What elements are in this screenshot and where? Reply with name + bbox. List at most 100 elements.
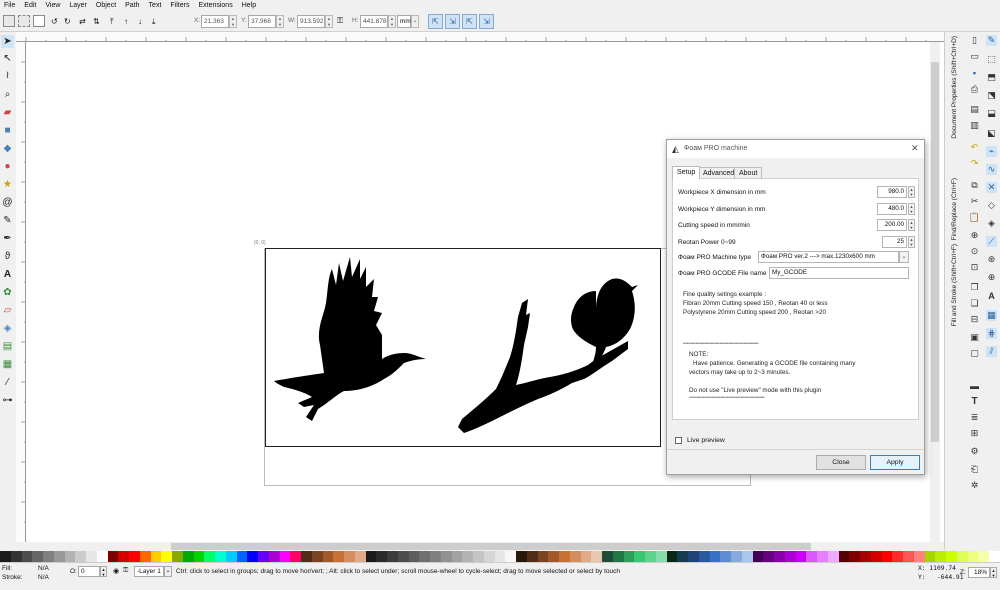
palette-swatch[interactable] — [333, 551, 344, 562]
rotate-cw-icon[interactable]: ↻ — [64, 17, 71, 26]
palette-swatch[interactable] — [838, 551, 850, 562]
palette-swatch[interactable] — [580, 551, 592, 562]
color-palette[interactable] — [0, 551, 1000, 562]
calligraphy-tool-icon[interactable]: ϑ — [1, 250, 14, 263]
w-spinner[interactable]: ▲ ▼ — [325, 15, 333, 28]
close-button[interactable]: Close — [816, 455, 866, 470]
selector-tool-icon[interactable]: ➤ — [1, 35, 14, 48]
palette-swatch[interactable] — [387, 551, 398, 562]
ungroup-icon[interactable]: ▢ — [969, 348, 980, 359]
palette-swatch[interactable] — [709, 551, 721, 562]
duplicate-icon[interactable]: ❐ — [969, 282, 980, 293]
palette-swatch[interactable] — [870, 551, 882, 562]
raise-icon[interactable]: ↑ — [124, 17, 128, 26]
spiral-tool-icon[interactable]: @ — [1, 196, 14, 209]
palette-swatch[interactable] — [0, 551, 11, 562]
scale-corners-icon[interactable]: ⇲ — [445, 14, 460, 29]
workpiece-y-input[interactable]: 480.0 — [877, 203, 907, 215]
flip-vertical-icon[interactable]: ⇅ — [93, 17, 100, 26]
palette-swatch[interactable] — [473, 551, 484, 562]
text-font-icon[interactable]: T — [969, 396, 980, 407]
palette-swatch[interactable] — [892, 551, 903, 562]
palette-swatch[interactable] — [612, 551, 624, 562]
open-document-icon[interactable]: ▭ — [969, 51, 980, 62]
scale-stroke-icon[interactable]: ⇱ — [428, 14, 443, 29]
document-properties-icon[interactable]: ⎗ — [969, 464, 980, 475]
w-field[interactable]: 913.592 — [297, 15, 325, 28]
palette-swatch[interactable] — [849, 551, 860, 562]
apply-button[interactable]: Apply — [870, 455, 920, 470]
snap-bbox-edges-icon[interactable]: ⬒ — [986, 72, 997, 83]
crow-silhouette[interactable] — [274, 257, 426, 421]
cutting-speed-input[interactable]: 200.00 — [877, 219, 907, 231]
palette-swatch[interactable] — [602, 551, 613, 562]
menu-help[interactable]: Help — [238, 0, 261, 12]
palette-swatch[interactable] — [419, 551, 430, 562]
horizontal-ruler[interactable] — [16, 32, 944, 42]
machine-type-dropdown-icon[interactable]: ⌄ — [899, 251, 909, 263]
measure-tool-icon[interactable]: ▰ — [1, 106, 14, 119]
snap-rotation-center-icon[interactable]: ⊕ — [986, 272, 997, 283]
palette-swatch[interactable] — [591, 551, 602, 562]
reotan-power-input[interactable]: 25 — [882, 236, 907, 248]
palette-swatch[interactable] — [236, 551, 248, 562]
palette-swatch[interactable] — [645, 551, 656, 562]
snap-bbox-centers-icon[interactable]: ⬕ — [986, 128, 997, 139]
palette-swatch[interactable] — [32, 551, 43, 562]
palette-swatch[interactable] — [526, 551, 538, 562]
unit-dropdown-icon[interactable]: ⌄ — [411, 15, 419, 28]
tab-setup[interactable]: Setup — [672, 166, 701, 179]
palette-swatch[interactable] — [10, 551, 22, 562]
palette-swatch[interactable] — [741, 551, 753, 562]
zoom-drawing-icon[interactable]: ⊙ — [969, 246, 980, 257]
palette-swatch[interactable] — [505, 551, 516, 562]
print-icon[interactable]: ⎙ — [969, 84, 980, 95]
align-distribute-icon[interactable]: ⊞ — [969, 428, 980, 439]
mesh-tool-icon[interactable]: ▦ — [1, 358, 14, 371]
ellipse-tool-icon[interactable]: ● — [1, 160, 14, 173]
snap-page-border-icon[interactable]: ▦ — [986, 310, 997, 321]
workpiece-y-spinner[interactable]: ▲ ▼ — [908, 203, 915, 215]
menu-object[interactable]: Object — [92, 0, 121, 12]
palette-swatch[interactable] — [956, 551, 968, 562]
pen-tool-icon[interactable]: ✒ — [1, 232, 14, 245]
snap-text-baseline-icon[interactable]: A — [986, 290, 997, 301]
h-spinner[interactable]: ▲ ▼ — [388, 15, 396, 28]
palette-swatch[interactable] — [139, 551, 151, 562]
palette-swatch[interactable] — [860, 551, 871, 562]
layer-select[interactable]: -Layer 1 — [134, 566, 164, 577]
palette-swatch[interactable] — [430, 551, 441, 562]
configure-icon[interactable]: ✲ — [969, 480, 980, 491]
gcode-filename-input[interactable]: My_GCODE — [769, 267, 909, 279]
snap-bbox-corners-icon[interactable]: ⬔ — [986, 90, 997, 101]
palette-swatch[interactable] — [64, 551, 76, 562]
text-tool-icon[interactable]: A — [1, 268, 14, 281]
snap-nodes-icon[interactable]: ⌁ — [986, 146, 997, 157]
rectangle-tool-icon[interactable]: ■ — [1, 124, 14, 137]
raise-to-top-icon[interactable]: ⤒ — [110, 17, 114, 27]
opacity-input[interactable]: 0 — [78, 566, 100, 577]
palette-swatch[interactable] — [623, 551, 635, 562]
zoom-selection-icon[interactable]: ⊕ — [969, 230, 980, 241]
menu-layer[interactable]: Layer — [65, 0, 92, 12]
palette-swatch[interactable] — [806, 551, 817, 562]
palette-swatch[interactable] — [365, 551, 377, 562]
redo-icon[interactable]: ↷ — [969, 158, 980, 169]
workpiece-x-input[interactable]: 980.0 — [877, 186, 907, 198]
palette-swatch[interactable] — [462, 551, 473, 562]
zoom-page-icon[interactable]: ⊡ — [969, 262, 980, 273]
palette-swatch[interactable] — [688, 551, 699, 562]
palette-swatch[interactable] — [559, 551, 570, 562]
star-tool-icon[interactable]: ★ — [1, 178, 14, 191]
paste-icon[interactable]: 📋 — [969, 212, 980, 223]
snap-grid-icon[interactable]: ⋕ — [986, 328, 997, 339]
xml-editor-icon[interactable]: ≣ — [969, 412, 980, 423]
palette-swatch[interactable] — [150, 551, 162, 562]
palette-swatch[interactable] — [301, 551, 312, 562]
select-all-layers-icon[interactable] — [18, 15, 30, 27]
palette-swatch[interactable] — [204, 551, 215, 562]
palette-swatch[interactable] — [440, 551, 452, 562]
find-replace-tab[interactable]: Find/Replace (Ctrl+F) — [951, 178, 958, 240]
palette-swatch[interactable] — [666, 551, 678, 562]
snap-midpoints-icon[interactable]: ⟋ — [986, 236, 997, 247]
